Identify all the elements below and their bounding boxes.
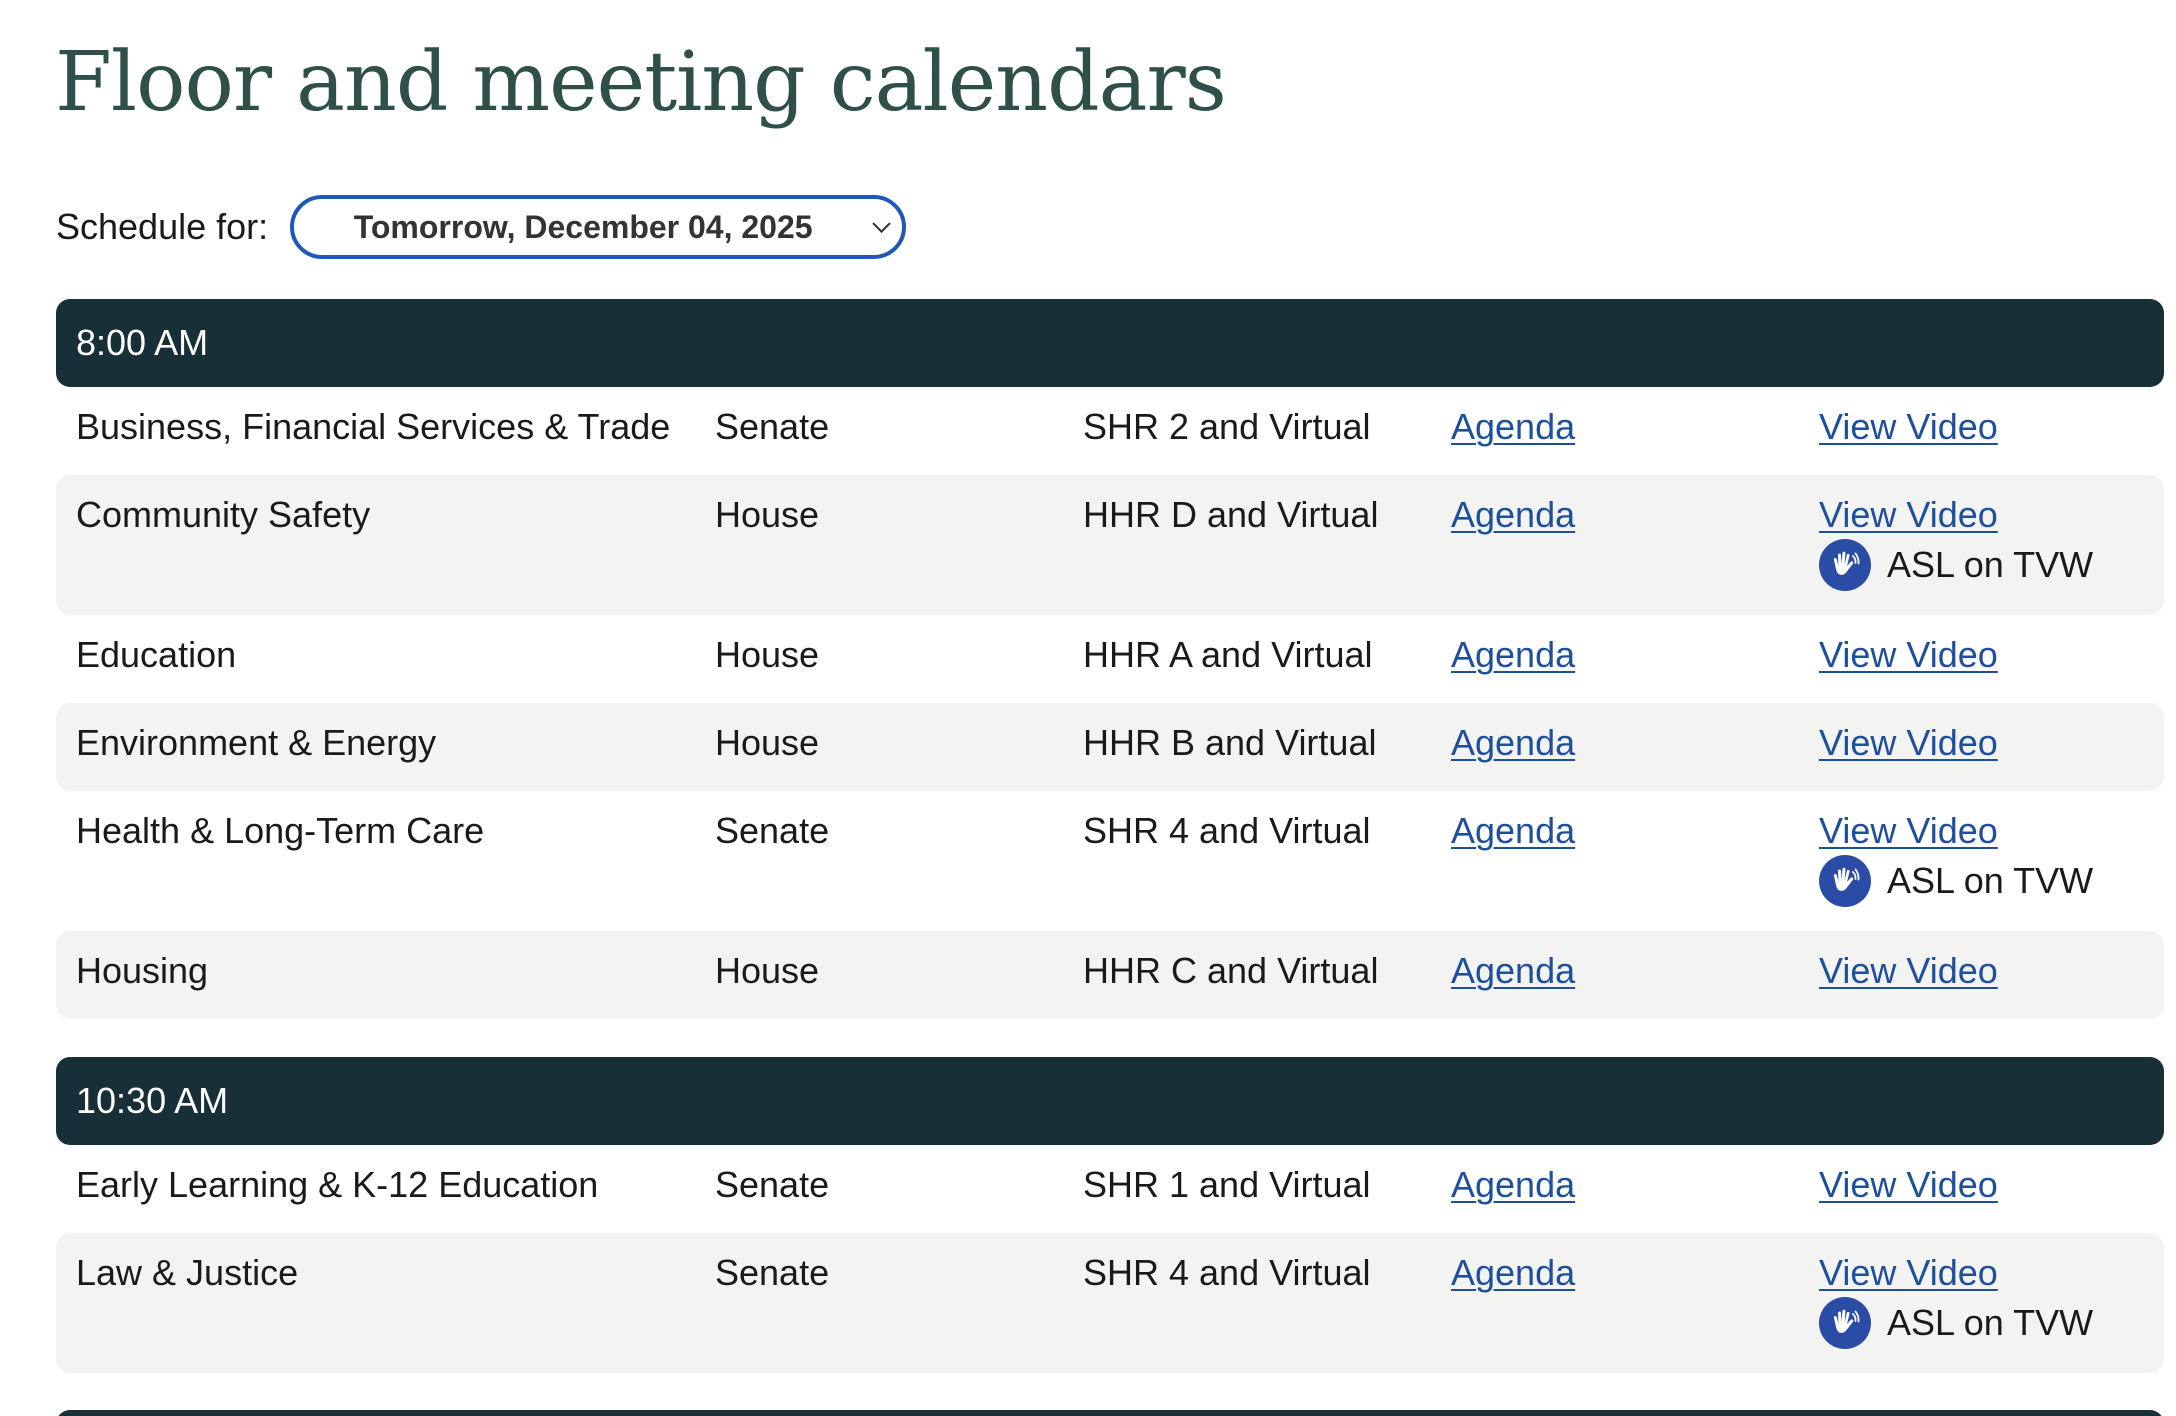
committee-name: Community Safety bbox=[76, 494, 371, 535]
asl-label: ASL on TVW bbox=[1887, 1302, 2094, 1343]
chamber: House bbox=[715, 494, 820, 535]
view-video-link[interactable]: View Video bbox=[1819, 810, 1998, 851]
agenda-link[interactable]: Agenda bbox=[1451, 810, 1575, 851]
view-video-link[interactable]: View Video bbox=[1819, 494, 1998, 535]
chamber: Senate bbox=[715, 406, 830, 447]
agenda-link[interactable]: Agenda bbox=[1451, 406, 1575, 447]
committee-name: Environment & Energy bbox=[76, 722, 437, 763]
chamber: Senate bbox=[715, 810, 830, 851]
room: HHR C and Virtual bbox=[1083, 950, 1379, 991]
view-video-link[interactable]: View Video bbox=[1819, 634, 1998, 675]
time-header: 10:30 AM bbox=[56, 1057, 2164, 1145]
agenda-link[interactable]: Agenda bbox=[1451, 1252, 1575, 1293]
view-video-link[interactable]: View Video bbox=[1819, 406, 1998, 447]
page-title: Floor and meeting calendars bbox=[55, 35, 1227, 130]
date-select[interactable]: Tomorrow, December 04, 2025 bbox=[290, 195, 907, 259]
committee-name: Housing bbox=[76, 950, 209, 991]
room: SHR 4 and Virtual bbox=[1083, 810, 1371, 851]
asl-hands-icon bbox=[1819, 539, 1871, 591]
room: SHR 2 and Virtual bbox=[1083, 406, 1371, 447]
time-group: 8:00 AM Business, Financial Services & Tr… bbox=[56, 299, 2164, 1019]
asl-hands-icon bbox=[1819, 855, 1871, 907]
meeting-row: Education House HHR A and Virtual Agenda Vie… bbox=[56, 615, 2164, 703]
room: HHR D and Virtual bbox=[1083, 494, 1379, 535]
time-group: 10:30 AM Early Learning & K-12 Education S… bbox=[56, 1057, 2164, 1373]
meeting-row: Law & Justice Senate SHR 4 and Virtual Agen… bbox=[56, 1233, 2164, 1373]
asl-on-tvw[interactable]: ASL on TVW bbox=[1819, 1297, 2093, 1349]
agenda-link[interactable]: Agenda bbox=[1451, 634, 1575, 675]
meeting-row: Business, Financial Services & Trade Sena… bbox=[56, 387, 2164, 475]
asl-hands-icon bbox=[1819, 1297, 1871, 1349]
asl-on-tvw[interactable]: ASL on TVW bbox=[1819, 855, 2093, 907]
time-header-next bbox=[56, 1410, 2164, 1416]
chevron-down-icon bbox=[872, 214, 891, 233]
meeting-row: Early Learning & K-12 Education Senate SHR… bbox=[56, 1145, 2164, 1233]
room: SHR 4 and Virtual bbox=[1083, 1252, 1371, 1293]
meeting-row: Housing House HHR C and Virtual Agenda View … bbox=[56, 931, 2164, 1019]
agenda-link[interactable]: Agenda bbox=[1451, 950, 1575, 991]
view-video-link[interactable]: View Video bbox=[1819, 1252, 1998, 1293]
chamber: Senate bbox=[715, 1164, 830, 1205]
asl-label: ASL on TVW bbox=[1887, 860, 2094, 901]
page: Floor and meeting calendars Schedule for… bbox=[0, 0, 2176, 1416]
asl-on-tvw[interactable]: ASL on TVW bbox=[1819, 539, 2093, 591]
group-gap bbox=[56, 1019, 2164, 1057]
agenda-link[interactable]: Agenda bbox=[1451, 1164, 1575, 1205]
view-video-link[interactable]: View Video bbox=[1819, 1164, 1998, 1205]
committee-name: Business, Financial Services & Trade bbox=[76, 406, 671, 447]
agenda-link[interactable]: Agenda bbox=[1451, 722, 1575, 763]
room: SHR 1 and Virtual bbox=[1083, 1164, 1371, 1205]
time-label: 8:00 AM bbox=[76, 322, 209, 363]
view-video-link[interactable]: View Video bbox=[1819, 950, 1998, 991]
chamber: House bbox=[715, 634, 820, 675]
meeting-row: Health & Long-Term Care Senate SHR 4 and V… bbox=[56, 791, 2164, 931]
committee-name: Early Learning & K-12 Education bbox=[76, 1164, 599, 1205]
schedule-selector: Schedule for: Tomorrow, December 04, 202… bbox=[56, 195, 907, 259]
chamber: House bbox=[715, 722, 820, 763]
schedule-list: 8:00 AM Business, Financial Services & Tr… bbox=[56, 299, 2164, 1373]
meeting-row: Environment & Energy House HHR B and Virtu… bbox=[56, 703, 2164, 791]
asl-label: ASL on TVW bbox=[1887, 544, 2094, 585]
time-header: 8:00 AM bbox=[56, 299, 2164, 387]
room: HHR B and Virtual bbox=[1083, 722, 1377, 763]
chamber: House bbox=[715, 950, 820, 991]
date-select-value: Tomorrow, December 04, 2025 bbox=[353, 208, 813, 245]
meeting-row: Community Safety House HHR D and Virtual Ag… bbox=[56, 475, 2164, 615]
room: HHR A and Virtual bbox=[1083, 634, 1373, 675]
chamber: Senate bbox=[715, 1252, 830, 1293]
agenda-link[interactable]: Agenda bbox=[1451, 494, 1575, 535]
committee-name: Education bbox=[76, 634, 237, 675]
committee-name: Health & Long-Term Care bbox=[76, 810, 485, 851]
time-label: 10:30 AM bbox=[76, 1080, 229, 1121]
committee-name: Law & Justice bbox=[76, 1252, 299, 1293]
schedule-label: Schedule for: bbox=[56, 206, 269, 247]
view-video-link[interactable]: View Video bbox=[1819, 722, 1998, 763]
